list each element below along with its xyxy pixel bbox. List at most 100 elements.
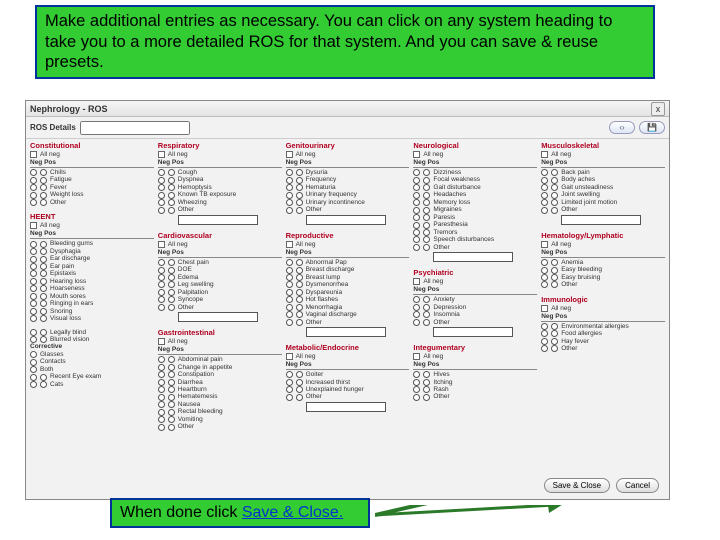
neg-radio[interactable] bbox=[541, 207, 548, 214]
neg-radio[interactable] bbox=[413, 192, 420, 199]
neg-radio[interactable] bbox=[158, 259, 165, 266]
option-radio[interactable] bbox=[30, 366, 37, 373]
neg-radio[interactable] bbox=[158, 199, 165, 206]
neg-radio[interactable] bbox=[286, 199, 293, 206]
pos-radio[interactable] bbox=[296, 311, 303, 318]
pos-radio[interactable] bbox=[296, 371, 303, 378]
pos-radio[interactable] bbox=[296, 169, 303, 176]
pos-radio[interactable] bbox=[423, 371, 430, 378]
neg-radio[interactable] bbox=[158, 192, 165, 199]
allneg-heent[interactable]: All neg bbox=[30, 222, 154, 229]
neg-radio[interactable] bbox=[30, 169, 37, 176]
allneg-musculoskeletal[interactable]: All neg bbox=[541, 151, 665, 158]
neg-radio[interactable] bbox=[541, 323, 548, 330]
neg-radio[interactable] bbox=[158, 416, 165, 423]
neg-radio[interactable] bbox=[286, 319, 293, 326]
save-close-button[interactable]: Save & Close bbox=[544, 478, 610, 493]
pos-radio[interactable] bbox=[551, 177, 558, 184]
section-heading-neurological[interactable]: Neurological bbox=[413, 141, 537, 150]
pos-radio[interactable] bbox=[551, 192, 558, 199]
neg-radio[interactable] bbox=[541, 259, 548, 266]
pos-radio[interactable] bbox=[551, 199, 558, 206]
neg-radio[interactable] bbox=[413, 207, 420, 214]
neg-radio[interactable] bbox=[30, 374, 37, 381]
neg-radio[interactable] bbox=[158, 409, 165, 416]
pos-radio[interactable] bbox=[551, 338, 558, 345]
allneg-hematology[interactable]: All neg bbox=[541, 241, 665, 248]
pos-radio[interactable] bbox=[168, 409, 175, 416]
neg-radio[interactable] bbox=[413, 177, 420, 184]
allneg-metabolic[interactable]: All neg bbox=[286, 353, 410, 360]
neg-radio[interactable] bbox=[286, 177, 293, 184]
other-input[interactable] bbox=[433, 252, 513, 262]
allneg-genitourinary[interactable]: All neg bbox=[286, 151, 410, 158]
neg-radio[interactable] bbox=[413, 184, 420, 191]
pos-radio[interactable] bbox=[168, 192, 175, 199]
section-heading-heent[interactable]: HEENT bbox=[30, 212, 154, 221]
allneg-cardiovascular[interactable]: All neg bbox=[158, 241, 282, 248]
neg-radio[interactable] bbox=[413, 319, 420, 326]
section-heading-integumentary[interactable]: Integumentary bbox=[413, 343, 537, 352]
neg-radio[interactable] bbox=[30, 300, 37, 307]
neg-radio[interactable] bbox=[30, 256, 37, 263]
pos-radio[interactable] bbox=[423, 169, 430, 176]
neg-radio[interactable] bbox=[286, 386, 293, 393]
neg-radio[interactable] bbox=[30, 192, 37, 199]
neg-radio[interactable] bbox=[413, 386, 420, 393]
neg-radio[interactable] bbox=[30, 248, 37, 255]
pos-radio[interactable] bbox=[551, 323, 558, 330]
neg-radio[interactable] bbox=[158, 364, 165, 371]
pos-radio[interactable] bbox=[296, 289, 303, 296]
neg-radio[interactable] bbox=[158, 169, 165, 176]
pos-radio[interactable] bbox=[423, 386, 430, 393]
pos-radio[interactable] bbox=[168, 394, 175, 401]
neg-radio[interactable] bbox=[541, 169, 548, 176]
neg-radio[interactable] bbox=[158, 296, 165, 303]
allneg-gastrointestinal[interactable]: All neg bbox=[158, 338, 282, 345]
neg-radio[interactable] bbox=[30, 278, 37, 285]
section-heading-gastrointestinal[interactable]: Gastrointestinal bbox=[158, 328, 282, 337]
pos-radio[interactable] bbox=[168, 281, 175, 288]
section-heading-psychiatric[interactable]: Psychiatric bbox=[413, 268, 537, 277]
pos-radio[interactable] bbox=[168, 356, 175, 363]
neg-radio[interactable] bbox=[413, 199, 420, 206]
pos-radio[interactable] bbox=[423, 229, 430, 236]
pos-radio[interactable] bbox=[296, 267, 303, 274]
pos-radio[interactable] bbox=[168, 199, 175, 206]
pos-radio[interactable] bbox=[296, 207, 303, 214]
pos-radio[interactable] bbox=[168, 379, 175, 386]
neg-radio[interactable] bbox=[158, 356, 165, 363]
pos-radio[interactable] bbox=[551, 259, 558, 266]
neg-radio[interactable] bbox=[158, 304, 165, 311]
allneg-constitutional[interactable]: All neg bbox=[30, 151, 154, 158]
pos-radio[interactable] bbox=[40, 177, 47, 184]
other-input[interactable] bbox=[306, 327, 386, 337]
neg-radio[interactable] bbox=[158, 274, 165, 281]
neg-radio[interactable] bbox=[30, 177, 37, 184]
neg-radio[interactable] bbox=[286, 289, 293, 296]
pos-radio[interactable] bbox=[40, 263, 47, 270]
cancel-button[interactable]: Cancel bbox=[616, 478, 659, 493]
other-input[interactable] bbox=[306, 215, 386, 225]
neg-radio[interactable] bbox=[158, 386, 165, 393]
neg-radio[interactable] bbox=[286, 394, 293, 401]
pos-radio[interactable] bbox=[551, 281, 558, 288]
allneg-respiratory[interactable]: All neg bbox=[158, 151, 282, 158]
neg-radio[interactable] bbox=[413, 214, 420, 221]
neg-radio[interactable] bbox=[413, 169, 420, 176]
pos-radio[interactable] bbox=[551, 169, 558, 176]
pos-radio[interactable] bbox=[168, 364, 175, 371]
pos-radio[interactable] bbox=[551, 274, 558, 281]
neg-radio[interactable] bbox=[413, 229, 420, 236]
pos-radio[interactable] bbox=[423, 192, 430, 199]
neg-radio[interactable] bbox=[541, 281, 548, 288]
option-radio[interactable] bbox=[30, 351, 37, 358]
pos-radio[interactable] bbox=[296, 184, 303, 191]
pos-radio[interactable] bbox=[168, 304, 175, 311]
neg-radio[interactable] bbox=[286, 371, 293, 378]
neg-radio[interactable] bbox=[30, 293, 37, 300]
allneg-psychiatric[interactable]: All neg bbox=[413, 278, 537, 285]
neg-radio[interactable] bbox=[286, 207, 293, 214]
neg-radio[interactable] bbox=[541, 199, 548, 206]
save-preset-button[interactable]: 💾 bbox=[639, 121, 665, 134]
